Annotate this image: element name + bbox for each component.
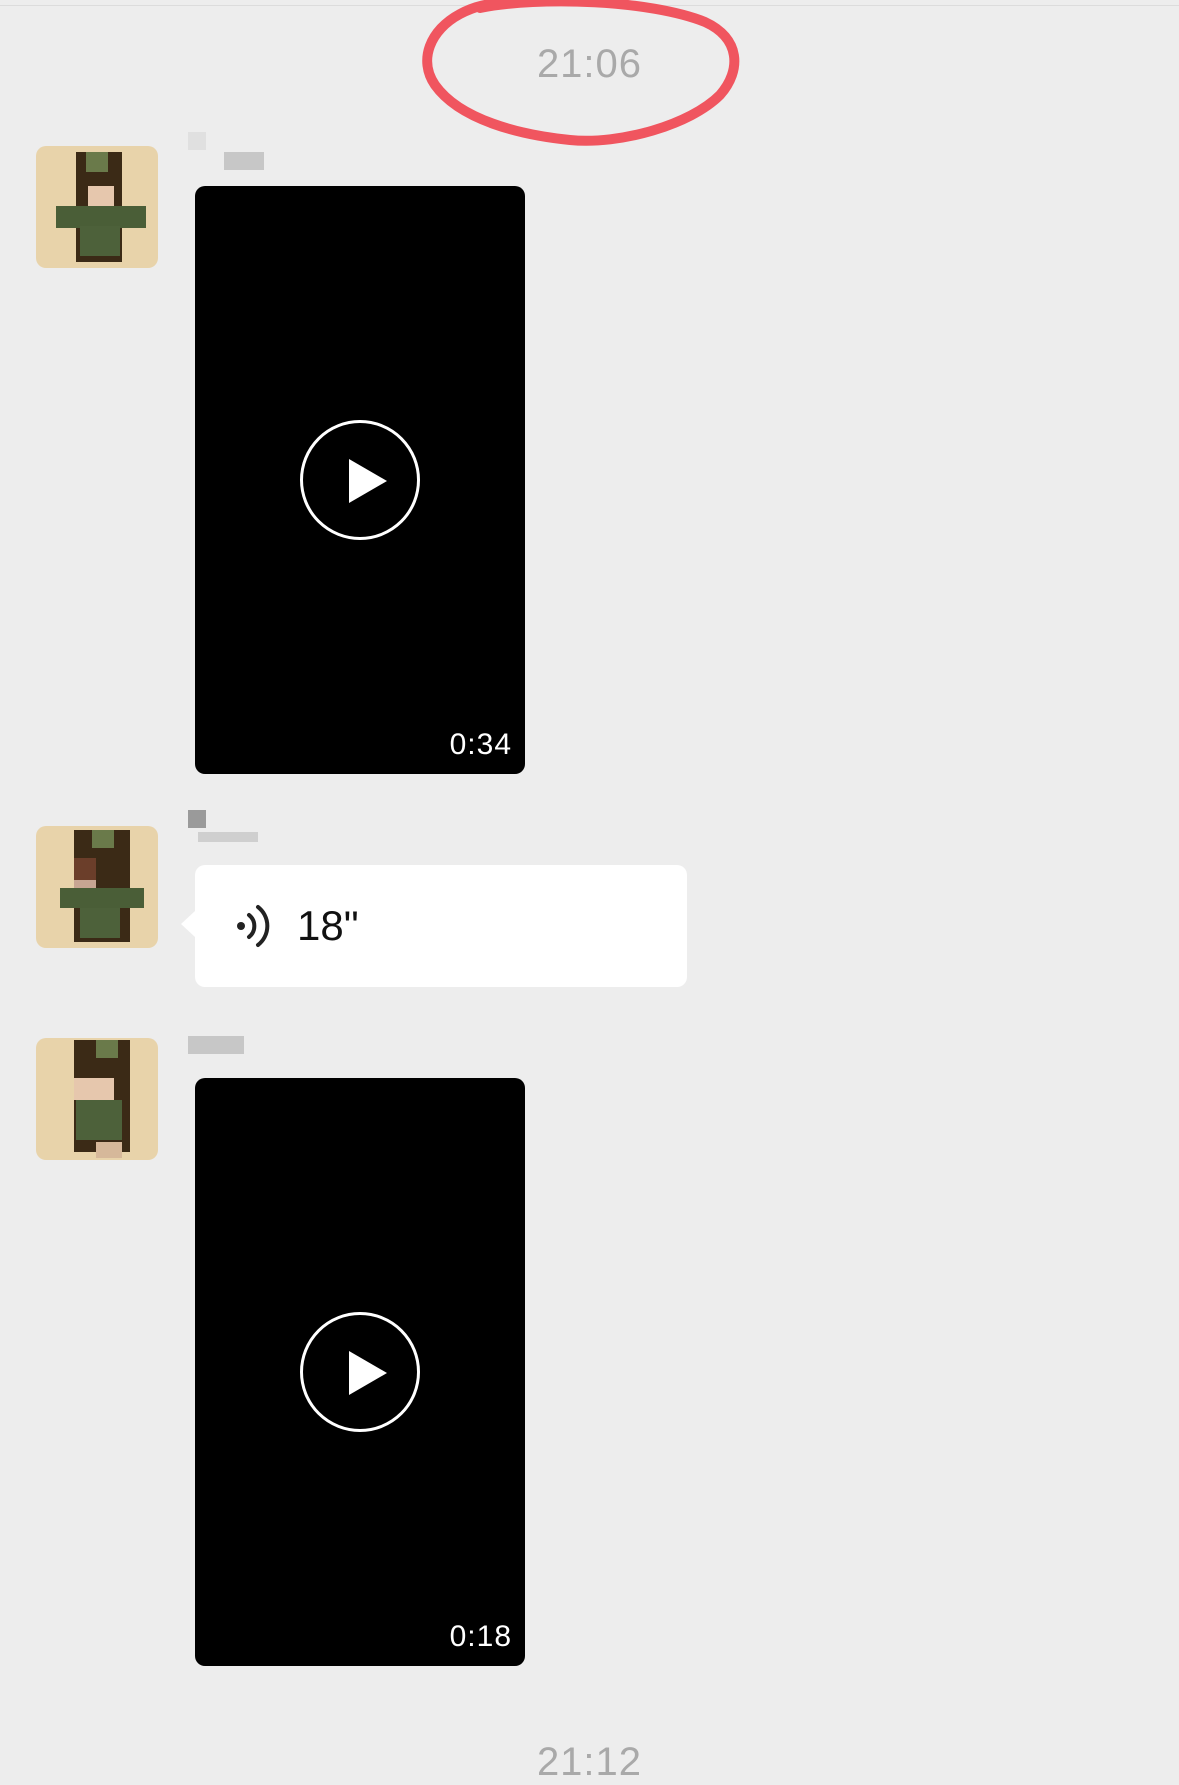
play-icon[interactable]	[300, 1312, 420, 1432]
video-duration: 0:18	[449, 1620, 512, 1653]
avatar[interactable]	[36, 146, 158, 268]
avatar[interactable]	[36, 826, 158, 948]
sender-name	[188, 132, 268, 172]
voice-length: 18"	[297, 902, 359, 949]
message-timestamp: 21:12	[536, 1740, 643, 1784]
play-icon[interactable]	[300, 420, 420, 540]
avatar[interactable]	[36, 1038, 158, 1160]
sender-name	[188, 810, 268, 850]
sender-name	[188, 1036, 268, 1076]
voice-message[interactable]: 18"	[181, 865, 687, 987]
video-duration: 0:34	[449, 728, 512, 761]
annotation-circle	[422, 0, 740, 146]
video-message[interactable]: 0:34	[195, 186, 525, 774]
voice-wave-icon	[237, 905, 270, 947]
video-message[interactable]: 0:18	[195, 1078, 525, 1666]
